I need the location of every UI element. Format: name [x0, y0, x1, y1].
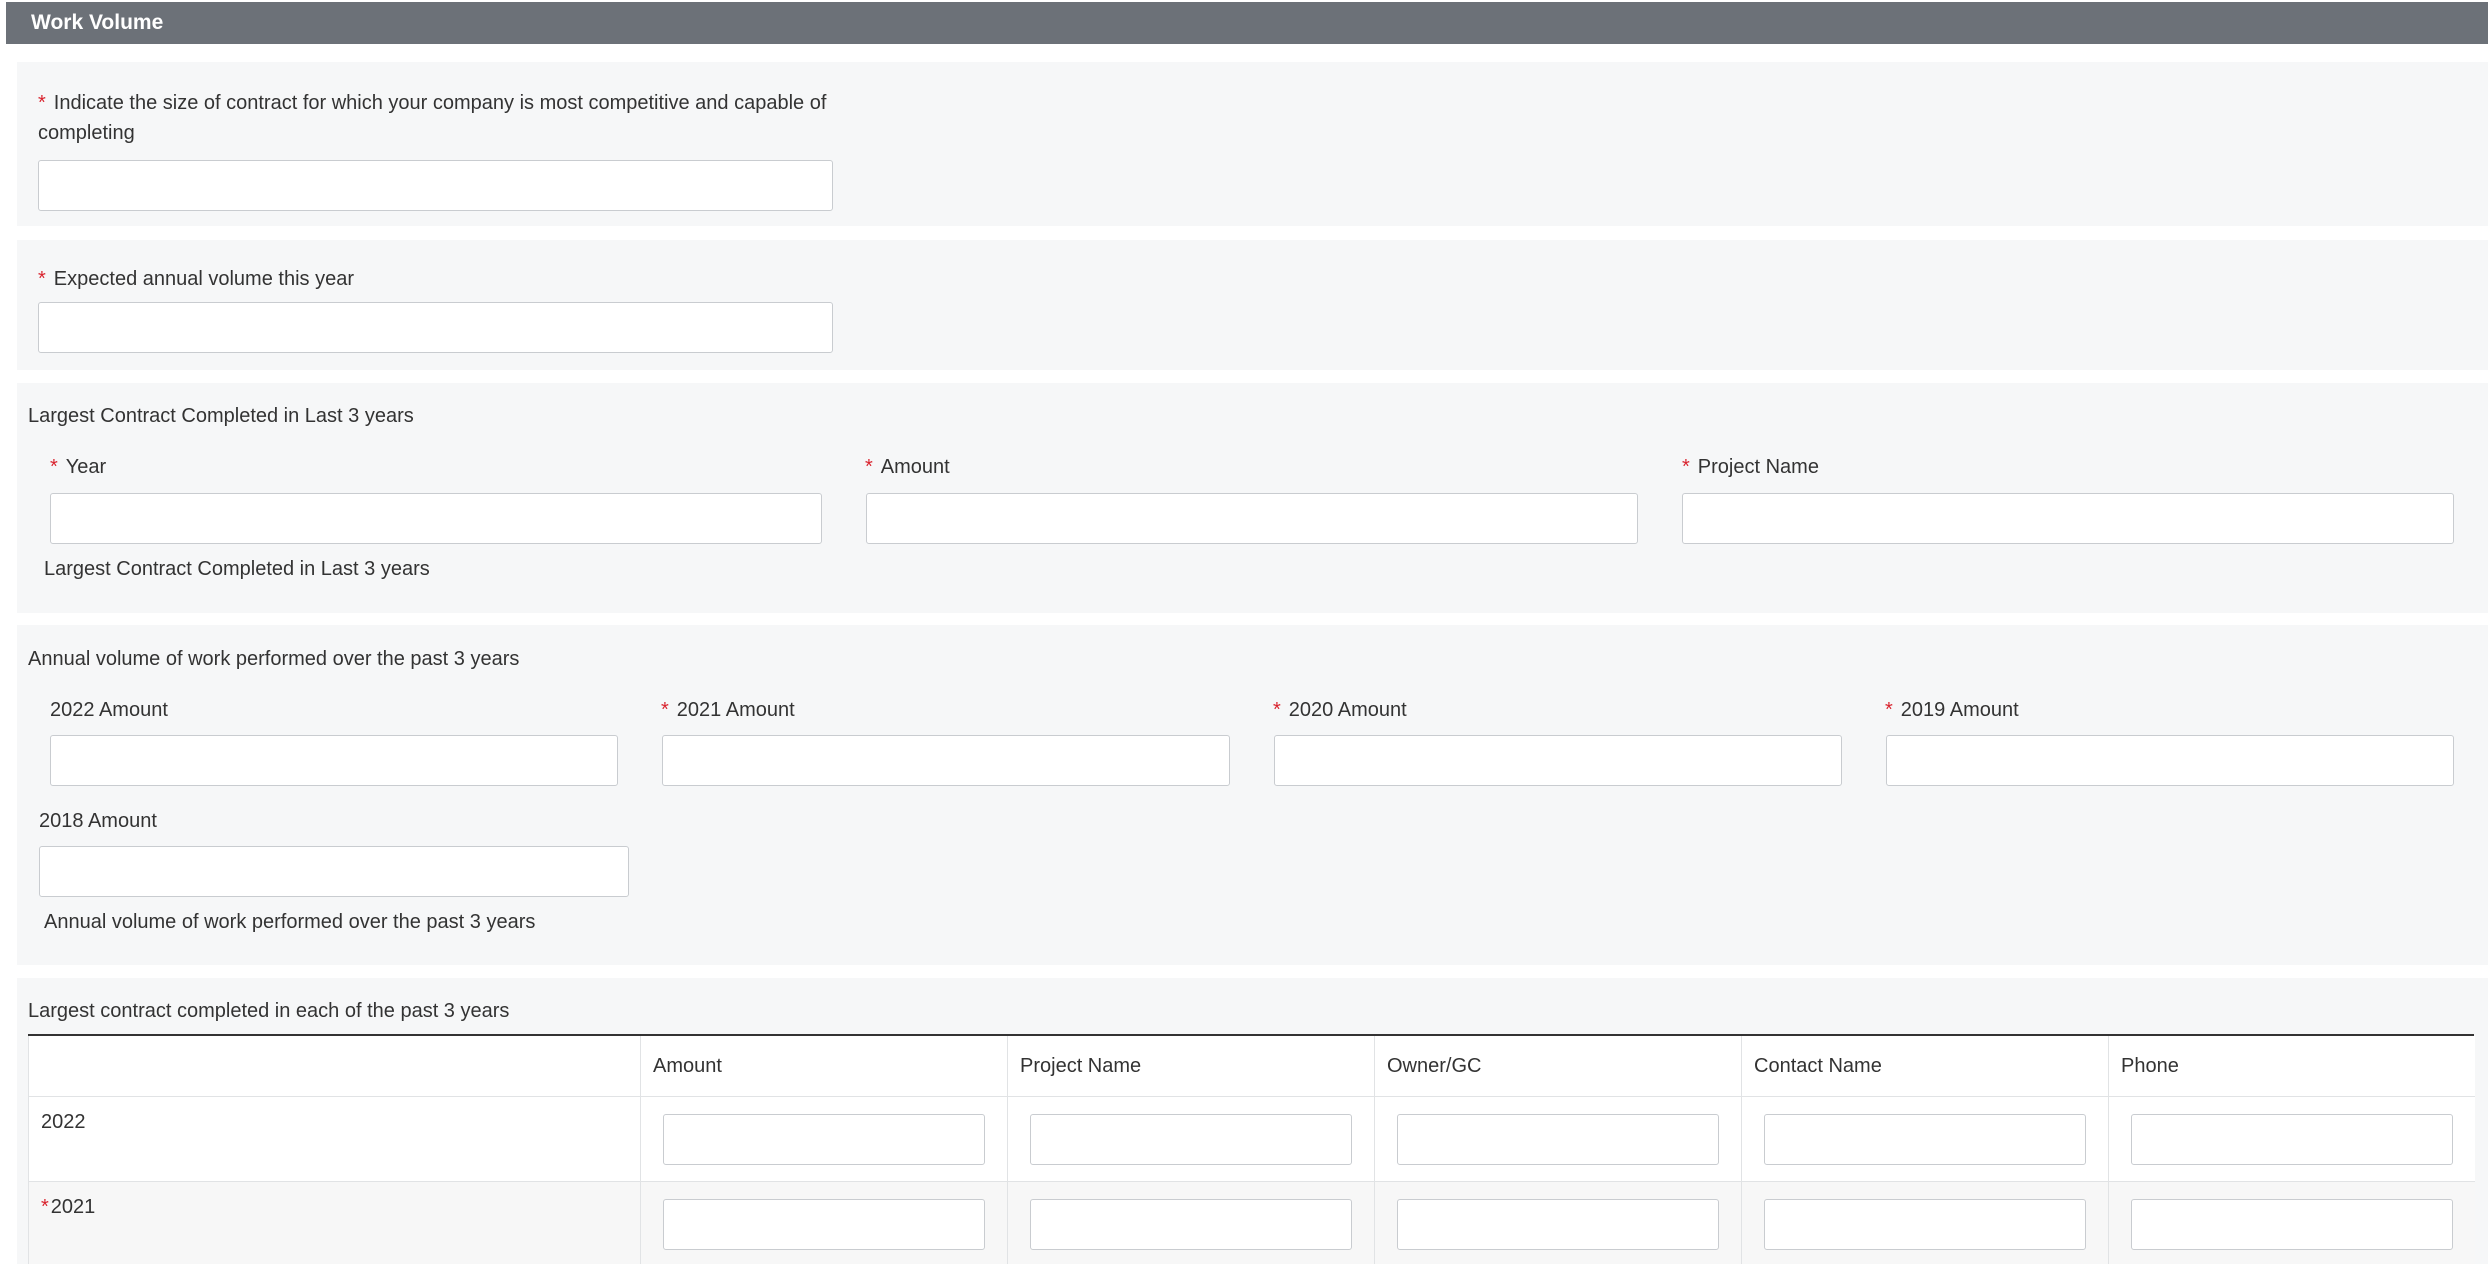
annual-volume-label: * Expected annual volume this year — [38, 264, 354, 294]
required-marker: * — [1885, 699, 1893, 721]
owner-gc-cell — [1374, 1096, 1742, 1182]
amount-2020-label: * 2020 Amount — [1273, 695, 1407, 725]
phone-cell — [2108, 1096, 2475, 1182]
amount-cell — [640, 1096, 1008, 1182]
amount-2018-input[interactable] — [39, 846, 629, 897]
row-owner-gc-input[interactable] — [1397, 1113, 1719, 1165]
amount-2019-input[interactable] — [1886, 735, 2454, 786]
required-marker: * — [1273, 699, 1281, 721]
amount-label-text: Amount — [880, 456, 950, 478]
required-marker: * — [661, 699, 669, 721]
required-marker: * — [38, 268, 46, 290]
row-owner-gc-input[interactable] — [1397, 1198, 1719, 1250]
project-name-cell — [1007, 1096, 1375, 1182]
row-project-name-input[interactable] — [1030, 1198, 1352, 1250]
required-marker: * — [1682, 456, 1690, 478]
row-contact-name-input[interactable] — [1764, 1198, 2086, 1250]
column-header-amount: Amount — [640, 1036, 1008, 1097]
amount-2021-label-text: 2021 Amount — [676, 699, 795, 721]
contract-size-input[interactable] — [38, 160, 833, 211]
amount-2021-label: * 2021 Amount — [661, 695, 795, 725]
year-input[interactable] — [50, 493, 822, 544]
amount-2020-label-text: 2020 Amount — [1288, 699, 1407, 721]
amount-cell — [640, 1181, 1008, 1264]
year-cell: * 2021 — [28, 1181, 641, 1264]
amount-2019-label: * 2019 Amount — [1885, 695, 2019, 725]
required-marker: * — [865, 456, 873, 478]
amount-2022-input[interactable] — [50, 735, 618, 786]
row-amount-input[interactable] — [663, 1113, 985, 1165]
annual-work-title: Annual volume of work performed over the… — [28, 648, 520, 670]
column-header-contact-name: Contact Name — [1741, 1036, 2109, 1097]
column-header-phone: Phone — [2108, 1036, 2475, 1097]
annual-volume-label-text: Expected annual volume this year — [53, 268, 354, 290]
contract-size-label-text: Indicate the size of contract for which … — [38, 92, 827, 144]
amount-input[interactable] — [866, 493, 1638, 544]
required-marker: * — [50, 456, 58, 478]
annual-work-help: Annual volume of work performed over the… — [44, 911, 536, 933]
table-row: * 2021 — [28, 1181, 2475, 1264]
row-project-name-input[interactable] — [1030, 1113, 1352, 1165]
project-name-label: * Project Name — [1682, 452, 1819, 482]
amount-2021-input[interactable] — [662, 735, 1230, 786]
contact-name-cell — [1741, 1181, 2109, 1264]
row-contact-name-input[interactable] — [1764, 1113, 2086, 1165]
amount-2022-label: 2022 Amount — [50, 699, 168, 721]
contract-size-label: * Indicate the size of contract for which… — [38, 88, 828, 148]
contact-name-cell — [1741, 1096, 2109, 1182]
year-cell: 2022 — [28, 1096, 641, 1182]
row-year: 2022 — [41, 1111, 86, 1134]
owner-gc-cell — [1374, 1181, 1742, 1264]
section-header: Work Volume — [6, 2, 2488, 44]
row-amount-input[interactable] — [663, 1198, 985, 1250]
table-row: 2022 — [28, 1096, 2475, 1182]
project-name-input[interactable] — [1682, 493, 2454, 544]
largest-contract-title: Largest Contract Completed in Last 3 yea… — [28, 405, 414, 427]
column-header-year — [28, 1036, 641, 1097]
row-phone-input[interactable] — [2131, 1113, 2453, 1165]
annual-volume-input[interactable] — [38, 302, 833, 353]
column-header-project-name: Project Name — [1007, 1036, 1375, 1097]
required-marker: * — [38, 92, 46, 114]
column-header-owner-gc: Owner/GC — [1374, 1036, 1742, 1097]
amount-label: * Amount — [865, 452, 950, 482]
project-name-label-text: Project Name — [1697, 456, 1819, 478]
largest-contract-help: Largest Contract Completed in Last 3 yea… — [44, 558, 430, 580]
row-year-text: 2022 — [41, 1111, 86, 1133]
amount-2018-label: 2018 Amount — [39, 810, 157, 832]
amount-2019-label-text: 2019 Amount — [1900, 699, 2019, 721]
year-label: * Year — [50, 452, 106, 482]
required-marker: * — [41, 1196, 49, 1218]
table-header-row: Amount Project Name Owner/GC Contact Nam… — [28, 1036, 2475, 1097]
year-label-text: Year — [65, 456, 107, 478]
row-year: * 2021 — [41, 1196, 95, 1219]
contracts-table-title: Largest contract completed in each of th… — [28, 1000, 510, 1022]
contracts-table: Amount Project Name Owner/GC Contact Nam… — [28, 1034, 2475, 1264]
amount-2020-input[interactable] — [1274, 735, 1842, 786]
contracts-grid: Amount Project Name Owner/GC Contact Nam… — [28, 1036, 2475, 1264]
work-volume-form: Work Volume * Indicate the size of contra… — [0, 0, 2488, 1264]
row-year-text: 2021 — [50, 1196, 96, 1218]
row-phone-input[interactable] — [2131, 1198, 2453, 1250]
phone-cell — [2108, 1181, 2475, 1264]
project-name-cell — [1007, 1181, 1375, 1264]
